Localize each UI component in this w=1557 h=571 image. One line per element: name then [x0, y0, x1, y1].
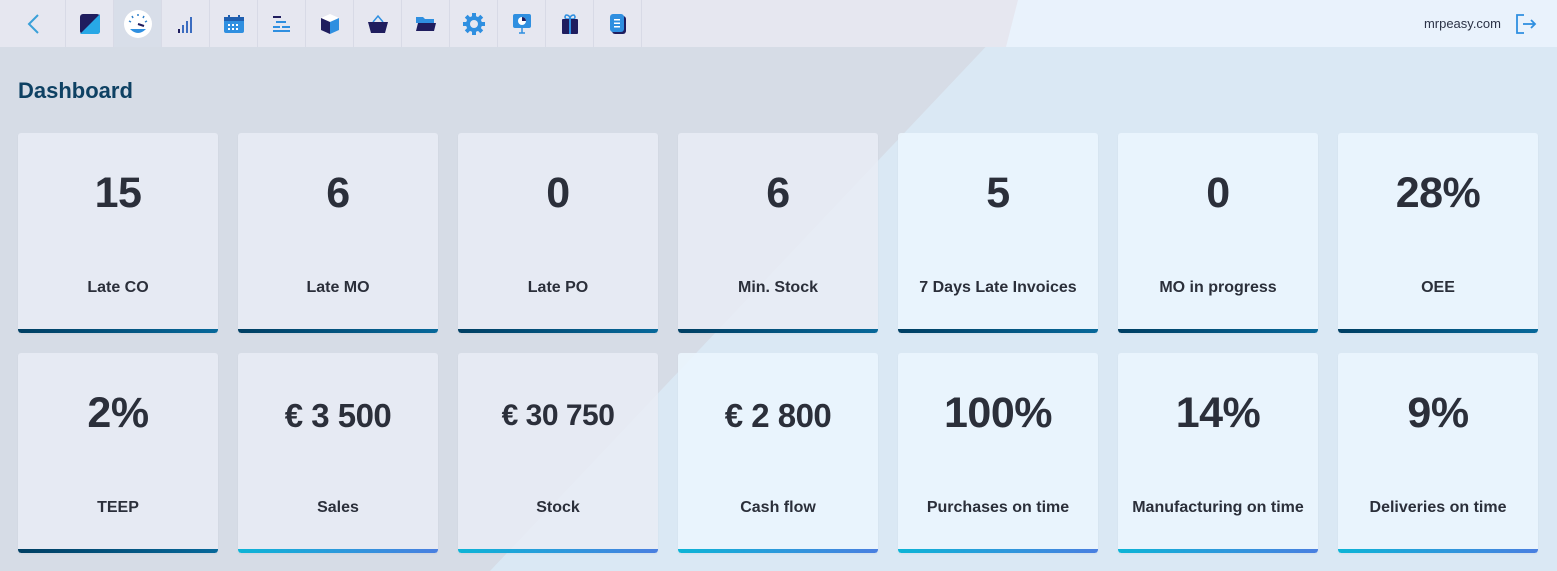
kpi-value: € 2 800: [724, 397, 832, 434]
kpi-value: 2%: [87, 389, 149, 437]
nav-calendar[interactable]: [210, 0, 258, 47]
gift-icon: [560, 13, 580, 35]
kpi-card-min-stock[interactable]: 6 Min. Stock: [678, 133, 878, 333]
kpi-card-deliveries-on-time[interactable]: 9% Deliveries on time: [1338, 353, 1538, 553]
kpi-value: € 30 750: [501, 399, 615, 432]
gear-icon: [462, 12, 485, 35]
nav-crm[interactable]: [498, 0, 546, 47]
basket-icon: [367, 14, 389, 34]
kpi-accent-bar: [238, 329, 438, 333]
nav-reports[interactable]: [162, 0, 210, 47]
kpi-label: Late PO: [527, 279, 589, 296]
nav-documents[interactable]: [402, 0, 450, 47]
kpi-value: 6: [326, 169, 350, 217]
document-icon: [609, 13, 627, 35]
kpi-card-purchases-on-time[interactable]: 100% Purchases on time: [898, 353, 1098, 553]
kpi-accent-bar: [1118, 329, 1318, 333]
kpi-value: 28%: [1395, 169, 1481, 217]
signal-bars-icon: [176, 14, 196, 34]
kpi-value: 14%: [1175, 389, 1261, 437]
kpi-label: Sales: [317, 499, 359, 516]
cube-icon: [320, 13, 340, 35]
top-navigation-bar: mrpeasy.com: [0, 0, 1557, 47]
kpi-label: OEE: [1421, 279, 1455, 296]
calendar-icon: [223, 14, 245, 34]
kpi-label: Cash flow: [740, 499, 816, 516]
folder-icon: [415, 15, 437, 33]
site-link[interactable]: mrpeasy.com: [1424, 16, 1501, 31]
kpi-card-mo-in-progress[interactable]: 0 MO in progress: [1118, 133, 1318, 333]
kpi-value: 0: [1206, 169, 1230, 217]
nav-dashboard[interactable]: [114, 0, 162, 47]
kpi-value: 0: [546, 169, 570, 217]
kpi-value: € 3 500: [284, 397, 392, 434]
kpi-card-oee[interactable]: 28% OEE: [1338, 133, 1538, 333]
kpi-accent-bar: [898, 329, 1098, 333]
kpi-value: 6: [766, 169, 790, 217]
page-title: Dashboard: [18, 78, 133, 103]
kpi-accent-bar: [1118, 549, 1318, 553]
kpi-label: Late MO: [306, 279, 370, 296]
nav-products[interactable]: [546, 0, 594, 47]
app-logo-icon: [79, 13, 100, 34]
logout-button[interactable]: [1515, 13, 1537, 35]
nav-production-planning[interactable]: [258, 0, 306, 47]
kpi-label: Stock: [536, 499, 580, 516]
kpi-card-late-co[interactable]: 15 Late CO: [18, 133, 218, 333]
kpi-accent-bar: [1338, 329, 1538, 333]
kpi-label: MO in progress: [1159, 279, 1277, 296]
gantt-icon: [272, 14, 292, 34]
back-chevron-icon: [26, 13, 40, 35]
back-button[interactable]: [0, 0, 66, 47]
kpi-value: 100%: [944, 389, 1052, 437]
kpi-card-late-invoices[interactable]: 5 7 Days Late Invoices: [898, 133, 1098, 333]
kpi-label: Deliveries on time: [1369, 499, 1507, 516]
nav-invoices[interactable]: [594, 0, 642, 47]
dashboard-gauge-icon: [123, 9, 153, 39]
kpi-accent-bar: [238, 549, 438, 553]
kpi-card-teep[interactable]: 2% TEEP: [18, 353, 218, 553]
kpi-accent-bar: [458, 549, 658, 553]
kpi-accent-bar: [18, 329, 218, 333]
kpi-value: 9%: [1407, 389, 1469, 437]
nav-purchasing[interactable]: [354, 0, 402, 47]
kpi-value: 15: [94, 169, 142, 217]
kpi-label: Min. Stock: [737, 279, 818, 296]
kpi-card-sales[interactable]: € 3 500 Sales: [238, 353, 438, 553]
kpi-card-cash-flow[interactable]: € 2 800 Cash flow: [678, 353, 878, 553]
kpi-card-late-po[interactable]: 0 Late PO: [458, 133, 658, 333]
kpi-value: 5: [986, 169, 1010, 217]
kpi-card-stock[interactable]: € 30 750 Stock: [458, 353, 658, 553]
kpi-accent-bar: [18, 549, 218, 553]
kpi-accent-bar: [898, 549, 1098, 553]
nav-stock[interactable]: [306, 0, 354, 47]
topbar-right: mrpeasy.com: [1424, 0, 1537, 47]
kpi-grid: 15 Late CO 6 Late MO 0 Late PO 6 Min. St…: [18, 133, 1538, 553]
logout-icon: [1516, 13, 1537, 34]
kpi-label: 7 Days Late Invoices: [919, 279, 1077, 296]
nav-home[interactable]: [66, 0, 114, 47]
kpi-card-manufacturing-on-time[interactable]: 14% Manufacturing on time: [1118, 353, 1318, 553]
presentation-icon: [512, 13, 532, 35]
kpi-accent-bar: [678, 329, 878, 333]
kpi-label: TEEP: [97, 499, 139, 516]
kpi-accent-bar: [1338, 549, 1538, 553]
kpi-accent-bar: [678, 549, 878, 553]
kpi-label: Late CO: [87, 279, 149, 296]
kpi-label: Purchases on time: [926, 499, 1070, 516]
nav-settings[interactable]: [450, 0, 498, 47]
kpi-accent-bar: [458, 329, 658, 333]
kpi-label: Manufacturing on time: [1132, 499, 1304, 516]
kpi-card-late-mo[interactable]: 6 Late MO: [238, 133, 438, 333]
